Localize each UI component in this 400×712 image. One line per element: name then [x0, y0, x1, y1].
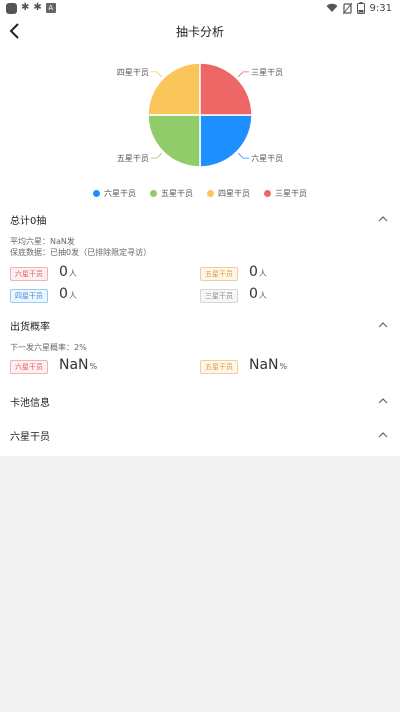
pie-leader-line	[237, 152, 250, 159]
six-star-title: 六星干员	[10, 432, 50, 443]
pie-label: 三星干员	[251, 68, 283, 77]
pie-label: 五星干员	[117, 154, 149, 163]
legend-label: 三星干员	[275, 188, 307, 198]
tag-four-star: 四星干员	[10, 289, 48, 303]
three-star-count: 0人	[249, 286, 267, 302]
chevron-up-icon[interactable]	[378, 397, 388, 405]
tag-three-star: 三星干员	[200, 289, 238, 303]
tag-six-star-rate: 六星干员	[10, 360, 48, 374]
legend-item[interactable]: 三星干员	[264, 186, 307, 200]
pool-info-title: 卡池信息	[10, 398, 50, 409]
pie-leader-line	[150, 71, 163, 78]
pie-slice-three-star[interactable]	[199, 62, 253, 116]
tag-five-star-rate: 五星干员	[200, 360, 238, 374]
rate-title: 出货概率	[10, 322, 50, 333]
battery-icon	[356, 2, 365, 14]
four-star-count: 0人	[59, 286, 77, 302]
page-title: 抽卡分析	[175, 25, 224, 39]
legend-dot	[264, 189, 271, 197]
status-bar: ✱ ✱ A 9:31	[0, 0, 400, 16]
six-star-count: 0人	[59, 264, 77, 280]
status-system: 9:31	[326, 1, 392, 15]
legend-label: 六星干员	[104, 188, 136, 198]
avg-six-text: 平均六星：NaN发	[10, 237, 75, 246]
five-star-count: 0人	[249, 264, 267, 280]
pie-slice-four-star[interactable]	[147, 62, 201, 116]
status-notifications: ✱ ✱ A	[6, 2, 56, 14]
legend-label: 四星干员	[218, 188, 250, 198]
legend-dot	[150, 189, 157, 197]
pie-leader-line	[150, 152, 163, 159]
legend-dot	[207, 189, 214, 197]
status-time: 9:31	[369, 2, 392, 14]
wifi-icon	[326, 3, 338, 12]
legend-item[interactable]: 五星干员	[150, 186, 193, 200]
pie-label: 六星干员	[251, 153, 283, 163]
chevron-up-icon[interactable]	[378, 431, 388, 439]
next-six-rate-text: 下一发六星概率：2%	[10, 343, 87, 352]
legend-item[interactable]: 六星干员	[93, 186, 136, 200]
legend-item[interactable]: 四星干员	[207, 186, 250, 200]
five-star-rate: NaN%	[249, 357, 288, 373]
pie-slice-five-star[interactable]	[147, 114, 201, 168]
chevron-up-icon[interactable]	[378, 215, 388, 223]
total-section: 总计0抽 平均六星：NaN发 保底数据：已抽0发（已排除限定寻访） 六星干员 0…	[0, 204, 400, 314]
app-header: 抽卡分析	[0, 16, 400, 46]
pool-info-section[interactable]: 卡池信息	[0, 384, 400, 418]
main-card: 六星干员 五星干员 四星干员 三星干员 六星干员 五星干员 四星干员 三星干员 总计0抽 平…	[0, 46, 400, 456]
bug-icon: ✱	[21, 2, 30, 13]
tag-six-star: 六星干员	[10, 267, 48, 281]
tag-five-star: 五星干员	[200, 267, 238, 281]
chart-legend: 六星干员 五星干员 四星干员 三星干员	[0, 186, 400, 200]
pity-text: 保底数据：已抽0发（已排除限定寻访）	[10, 248, 152, 257]
rate-section: 出货概率 下一发六星概率：2% 六星干员 NaN% 五星干员 NaN%	[0, 314, 400, 384]
pie-leader-line	[237, 71, 250, 78]
pie-slice-six-star[interactable]	[199, 114, 253, 168]
six-star-rate: NaN%	[59, 357, 98, 373]
chevron-up-icon[interactable]	[378, 321, 388, 329]
a-notification-icon: A	[45, 3, 56, 13]
pie-chart-svg: 六星干员 五星干员 四星干员 三星干员	[117, 62, 283, 168]
no-sim-icon	[342, 2, 352, 14]
app-notification-icon	[6, 2, 17, 14]
pie-label: 四星干员	[117, 68, 149, 77]
legend-label: 五星干员	[161, 188, 193, 198]
six-star-section[interactable]: 六星干员	[0, 418, 400, 454]
bug-icon-2: ✱	[33, 2, 42, 13]
total-title: 总计0抽	[10, 216, 47, 227]
legend-dot	[93, 189, 100, 197]
